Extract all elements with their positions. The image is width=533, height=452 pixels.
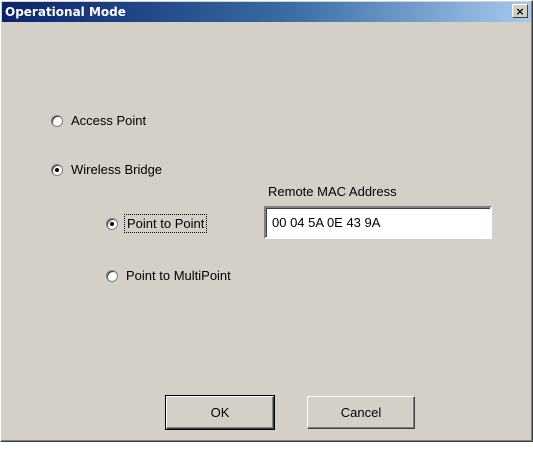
access-point-option[interactable]: Access Point	[51, 113, 146, 128]
ok-button[interactable]: OK	[165, 395, 275, 430]
wireless-bridge-radio[interactable]	[51, 163, 63, 176]
point-to-multipoint-radio[interactable]	[106, 269, 118, 282]
remote-mac-address-label: Remote MAC Address	[268, 184, 397, 199]
radio-selected-dot	[110, 221, 114, 226]
access-point-radio[interactable]	[51, 114, 63, 127]
operational-mode-dialog: Operational Mode × Access Point Wireless…	[0, 0, 533, 442]
point-to-point-radio[interactable]	[106, 217, 118, 230]
window-title: Operational Mode	[5, 5, 126, 19]
point-to-point-option[interactable]: Point to Point	[106, 214, 208, 233]
remote-mac-address-input[interactable]	[264, 206, 492, 239]
point-to-multipoint-option[interactable]: Point to MultiPoint	[106, 268, 231, 283]
radio-selected-dot	[55, 167, 59, 172]
point-to-multipoint-label: Point to MultiPoint	[126, 268, 231, 283]
point-to-point-label: Point to Point	[123, 214, 208, 233]
close-button[interactable]: ×	[512, 4, 528, 18]
wireless-bridge-label: Wireless Bridge	[71, 162, 163, 177]
cancel-button[interactable]: Cancel	[307, 396, 415, 429]
access-point-label: Access Point	[71, 113, 147, 128]
wireless-bridge-option[interactable]: Wireless Bridge	[51, 162, 162, 177]
close-icon: ×	[515, 4, 525, 18]
title-bar: Operational Mode ×	[2, 2, 531, 22]
